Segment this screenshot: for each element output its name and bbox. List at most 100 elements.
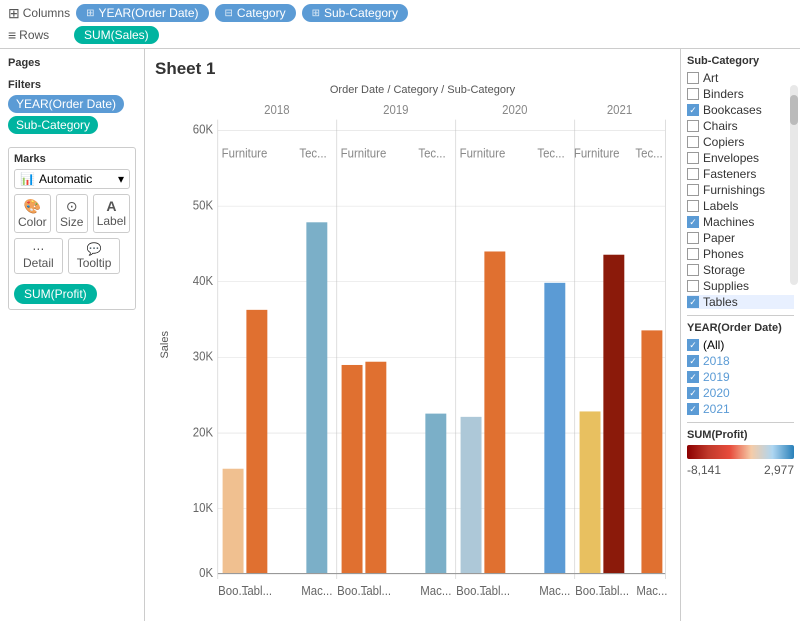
svg-text:2019: 2019 [383, 103, 409, 118]
svg-text:40K: 40K [193, 273, 214, 288]
year-legend-item[interactable]: ✓(All) [687, 338, 794, 352]
year-legend-item[interactable]: ✓2020 [687, 386, 794, 400]
category-pill[interactable]: ⊟ Category [215, 4, 296, 22]
size-button[interactable]: ⊙ Size [56, 194, 88, 233]
year-legend-item[interactable]: ✓ 2021 [687, 402, 794, 416]
year-checkbox[interactable]: ✓ [687, 339, 699, 351]
svg-text:30K: 30K [193, 349, 214, 364]
category-pill-label: Category [237, 6, 286, 20]
legend-checkbox[interactable] [687, 200, 699, 212]
subcat-legend-item[interactable]: Binders [687, 87, 794, 101]
legend-item-label: Machines [703, 215, 754, 229]
label-label: Label [97, 214, 126, 228]
category-pill-icon: ⊟ [225, 8, 233, 19]
rows-row: ≡ Rows SUM(Sales) [8, 26, 792, 44]
gradient-max: 2,977 [764, 463, 794, 477]
legend-checkbox[interactable] [687, 232, 699, 244]
legend-checkbox[interactable] [687, 280, 699, 292]
subcat-legend-item[interactable]: Copiers [687, 135, 794, 149]
color-button[interactable]: 🎨 Color [14, 194, 51, 233]
legend-checkbox[interactable]: ✓ [687, 296, 699, 308]
legend-item-label: Phones [703, 247, 744, 261]
subcategory-pill[interactable]: ⊞ Sub-Category [302, 4, 408, 22]
bar-2019-fur-tabl [365, 362, 386, 574]
legend-checkbox[interactable] [687, 120, 699, 132]
legend-checkbox[interactable] [687, 136, 699, 148]
sum-profit-button[interactable]: SUM(Profit) [14, 284, 97, 304]
gradient-labels: -8,141 2,977 [687, 463, 794, 477]
year-legend-list: ✓(All)✓2018✓2019✓2020✓2021 [687, 338, 794, 416]
subcat-legend-item[interactable]: Labels [687, 199, 794, 213]
columns-icon: ⊞ [8, 5, 20, 22]
label-button[interactable]: A Label [93, 194, 130, 233]
columns-label: ⊞ Columns [8, 5, 70, 22]
subcat-legend-item[interactable]: ✓ Machines [687, 215, 794, 229]
subcategory-pill-label: Sub-Category [324, 6, 398, 20]
detail-icon: ⋯ [32, 242, 44, 256]
bar-chart: 60K 50K 40K 30K 20K 10K 0K 2018 Furnitur… [175, 98, 670, 606]
color-label: Color [18, 215, 47, 229]
subcat-legend-item[interactable]: ✓Tables [687, 295, 794, 309]
sum-profit-label: SUM(Profit) [24, 287, 87, 301]
detail-label: Detail [23, 256, 54, 270]
subcat-legend-title: Sub-Category [687, 55, 794, 67]
subcat-legend-item[interactable]: Furnishings [687, 183, 794, 197]
subcat-legend-item[interactable]: Chairs [687, 119, 794, 133]
size-label: Size [60, 215, 83, 229]
legend-checkbox[interactable] [687, 152, 699, 164]
legend-checkbox[interactable]: ✓ [687, 216, 699, 228]
legend-checkbox[interactable] [687, 72, 699, 84]
legend-checkbox[interactable] [687, 168, 699, 180]
gradient-legend-title: SUM(Profit) [687, 429, 794, 441]
subcat-legend-item[interactable]: Phones [687, 247, 794, 261]
subcat-legend-item[interactable]: Fasteners [687, 167, 794, 181]
subcat-legend-item[interactable]: Art [687, 71, 794, 85]
subcat-legend-item[interactable]: Storage [687, 263, 794, 277]
svg-text:50K: 50K [193, 198, 214, 213]
subcategory-pill-icon: ⊞ [312, 8, 320, 19]
marks-dropdown[interactable]: 📊 Automatic ▾ [14, 169, 130, 189]
subcat-legend-item[interactable]: Paper [687, 231, 794, 245]
sum-sales-pill[interactable]: SUM(Sales) [74, 26, 159, 44]
legend-checkbox[interactable] [687, 184, 699, 196]
subcat-legend-item[interactable]: Supplies [687, 279, 794, 293]
year-checkbox[interactable]: ✓ [687, 403, 699, 415]
tooltip-button[interactable]: 💬 Tooltip [68, 238, 121, 274]
legend-item-label: Copiers [703, 135, 744, 149]
year-checkbox[interactable]: ✓ [687, 355, 699, 367]
legend-item-label: Paper [703, 231, 735, 245]
pages-label: Pages [8, 57, 136, 69]
legend-checkbox[interactable] [687, 88, 699, 100]
year-checkbox[interactable]: ✓ [687, 387, 699, 399]
year-filter-label: YEAR(Order Date) [16, 97, 116, 111]
legend-item-label: Furnishings [703, 183, 765, 197]
subcat-filter-pill[interactable]: Sub-Category [8, 116, 98, 134]
left-panel: Pages Filters YEAR(Order Date) Sub-Categ… [0, 49, 145, 621]
detail-button[interactable]: ⋯ Detail [14, 238, 63, 274]
svg-text:2021: 2021 [607, 103, 633, 118]
bar-2020-tec-mac [544, 283, 565, 574]
year-legend-item[interactable]: ✓2019 [687, 370, 794, 384]
year-checkbox[interactable]: ✓ [687, 371, 699, 383]
svg-text:Mac...: Mac... [636, 584, 667, 599]
year-filter-pill[interactable]: YEAR(Order Date) [8, 95, 124, 113]
marks-dropdown-label: Automatic [39, 172, 92, 186]
rows-text: Rows [19, 28, 49, 42]
svg-text:Furniture: Furniture [574, 146, 620, 161]
svg-text:Furniture: Furniture [460, 146, 506, 161]
marks-buttons: 🎨 Color ⊙ Size A Label [14, 194, 130, 233]
gradient-bar [687, 445, 794, 459]
bar-2018-fur-tabl [246, 310, 267, 574]
legend-item-label: Bookcases [703, 103, 762, 117]
svg-text:60K: 60K [193, 122, 214, 137]
year-label: 2021 [703, 402, 730, 416]
legend-checkbox[interactable] [687, 264, 699, 276]
subcat-legend-item[interactable]: Envelopes [687, 151, 794, 165]
year-pill[interactable]: ⊞ YEAR(Order Date) [76, 4, 208, 22]
chart-area: Sheet 1 Sales Order Date / Category / Su… [145, 49, 680, 621]
subcat-legend-item[interactable]: ✓ Bookcases [687, 103, 794, 117]
legend-checkbox[interactable]: ✓ [687, 104, 699, 116]
legend-checkbox[interactable] [687, 248, 699, 260]
right-panel: Sub-Category Art Binders ✓ Bookcases Chairs C… [680, 49, 800, 621]
year-legend-item[interactable]: ✓2018 [687, 354, 794, 368]
